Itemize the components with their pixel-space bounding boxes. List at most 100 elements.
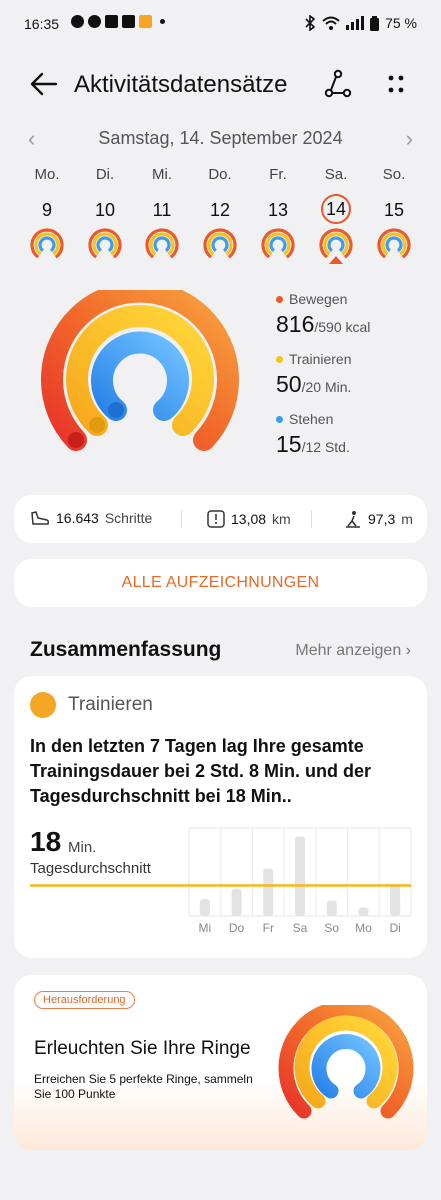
standing-person-icon [108,402,124,418]
chart-bar-Mo [358,907,369,916]
chart-bar-Mi [199,899,210,916]
chart-bar-So [326,900,337,916]
day-10[interactable]: Di. 10 [80,166,130,262]
selected-date: Samstag, 14. September 2024 [98,128,343,148]
day-number: 12 [209,200,231,220]
chevron-right-icon: › [405,642,411,659]
day-15[interactable]: So. 15 [369,166,419,262]
chevron-right-icon[interactable]: › [406,126,413,152]
mini-rings-icon [377,228,411,262]
mini-rings-icon [203,228,237,262]
exercise-label: Trainieren [289,351,352,367]
exercise-value: 50 [276,371,302,397]
mail-icon [105,15,118,28]
day-13[interactable]: Fr. 13 [253,166,303,262]
status-time: 16:35 [24,16,60,32]
climb-stat: 97,3 m [344,510,413,528]
more-dot-icon [160,19,165,24]
challenge-rings-illustration [278,1005,414,1119]
mini-rings-icon [145,228,179,262]
show-more-label: Mehr anzeigen [295,642,402,659]
challenge-card[interactable]: Herausforderung Erleuchten Sie Ihre Ring… [14,975,427,1150]
steps-stat: 16.643 Schritte [30,510,152,526]
more-options-icon[interactable] [380,68,412,100]
flame-icon [68,432,84,448]
distance-icon [207,510,225,528]
route-share-icon[interactable] [322,68,354,100]
x-tick-label: So [324,921,339,935]
all-records-button[interactable]: ALLE AUFZEICHNUNGEN [14,559,427,607]
x-tick-label: Di [389,921,400,935]
day-12[interactable]: Do. 12 [195,166,245,262]
x-tick-label: Mo [355,921,372,935]
x-tick-label: Sa [293,921,308,935]
steps-unit: Schritte [104,510,153,526]
status-bar: 16:35 75 % [0,0,441,46]
legend-stand: Stehen 15/12 Std. [276,411,350,458]
average-value: 18 [30,826,62,857]
distance-stat: 13,08 km [207,510,291,528]
facebook-icon [71,15,84,28]
battery-icon [370,15,380,31]
day-number: 15 [383,200,405,220]
average-unit: Min. [68,839,97,856]
day-number: 11 [152,200,172,220]
day-9[interactable]: Mo. 9 [22,166,72,262]
weekday-label: Fr. [269,166,287,183]
page-title: Aktivitätsdatensätze [74,71,288,98]
climbing-icon [346,511,360,528]
battery-percent: 75 % [385,15,417,31]
day-number: 14 [321,194,351,224]
move-value: 816 [276,311,315,337]
chart-bar-Do [231,888,242,916]
day-number: 10 [94,200,116,220]
app-icon [88,15,101,28]
app-header: Aktivitätsdatensätze [0,60,441,110]
challenge-badge: Herausforderung [34,991,135,1009]
stand-label: Stehen [289,411,334,427]
show-more-link[interactable]: Mehr anzeigen › [295,642,411,660]
steps-value: 16.643 [56,510,99,526]
date-selector: ‹ Samstag, 14. September 2024 › [0,122,441,154]
selected-indicator [329,256,343,264]
distance-unit: km [272,511,291,527]
x-tick-label: Fr [263,921,274,935]
runner-icon [89,417,105,433]
day-number: 9 [41,200,52,220]
exercise-dot-icon [276,355,283,363]
day-14[interactable]: Sa. 14 [311,166,361,264]
exercise-goal: /20 Min. [301,379,352,395]
average-label: Tagesdurchschnitt [30,860,151,877]
chart-bar-Fr [263,868,274,916]
stand-value: 15 [276,431,302,457]
challenge-title: Erleuchten Sie Ihre Ringe [34,1038,251,1059]
climb-unit: m [401,511,413,527]
linkedin-icon [122,15,135,28]
weekday-label: Mo. [34,166,60,183]
stand-goal: /12 Std. [301,439,350,455]
x-tick-label: Do [229,921,245,935]
summary-text: In den letzten 7 Tagen lag Ihre gesamte … [30,736,372,806]
legend-exercise: Trainieren 50/20 Min. [276,351,352,398]
training-summary-card[interactable]: Trainieren In den letzten 7 Tagen lag Ih… [14,676,427,958]
shoe-icon [31,511,50,525]
mini-rings-icon [88,228,122,262]
runner-icon [30,692,56,718]
divider [311,510,312,528]
chart-bar-Sa [295,836,305,916]
day-11[interactable]: Mi. 11 [137,166,187,262]
mini-rings-icon [261,228,295,262]
activity-rings [41,290,239,451]
move-label: Bewegen [289,291,348,307]
weekday-label: Do. [208,166,232,183]
signal-icon [346,16,365,30]
week-strip: Mo. 9 Di. 10 Mi. 11 Do. 12 Fr. 13 Sa. 14 So. 15 [0,166,441,266]
climb-value: 97,3 [368,511,396,527]
stats-card: 16.643 Schritte 13,08 km 97,3 m [14,495,427,543]
weekday-label: So. [382,166,406,183]
health-app-icon [139,15,152,28]
divider [181,510,182,528]
back-arrow-icon[interactable] [28,68,60,100]
summary-heading: Zusammenfassung [30,638,222,661]
wifi-icon [322,16,340,30]
